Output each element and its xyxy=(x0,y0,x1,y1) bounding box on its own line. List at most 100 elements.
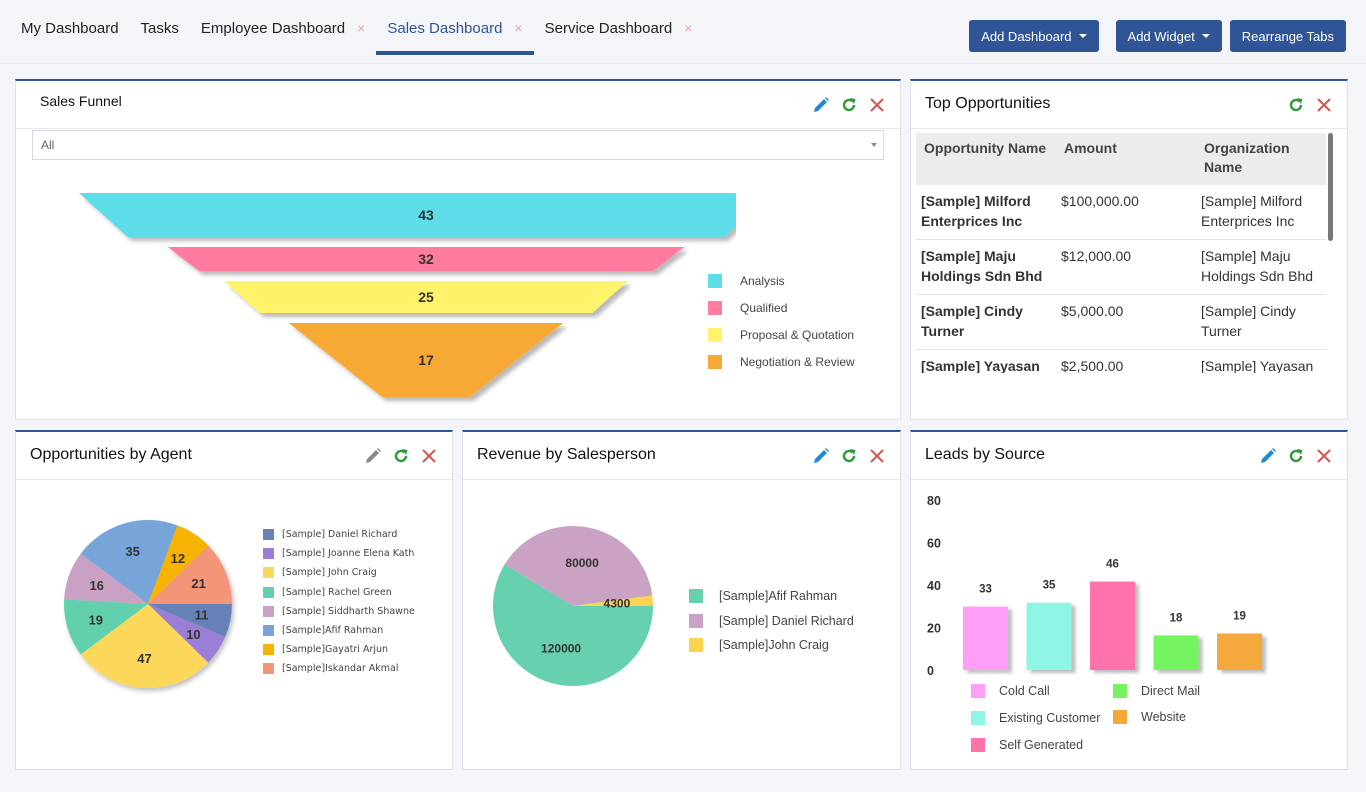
funnel-filter-select[interactable]: All xyxy=(32,130,884,160)
funnel-segment[interactable] xyxy=(79,193,736,237)
legend-item[interactable]: [Sample] Joanne Elena Kath xyxy=(263,544,415,563)
legend-item[interactable]: [Sample] Daniel Richard xyxy=(263,525,415,544)
column-header[interactable]: Opportunity Name xyxy=(916,133,1056,185)
bar-value-label: 33 xyxy=(979,584,992,596)
bar[interactable] xyxy=(1026,602,1072,670)
legend-swatch xyxy=(971,711,985,725)
legend-item[interactable]: [Sample]Iskandar Akmal xyxy=(263,659,415,678)
tab-tasks[interactable]: Tasks xyxy=(130,0,190,56)
bar[interactable] xyxy=(1153,635,1199,670)
add-dashboard-button[interactable]: Add Dashboard xyxy=(969,20,1099,52)
widget-title: Sales Funnel xyxy=(40,93,122,109)
tab-label: Employee Dashboard xyxy=(200,19,346,37)
tab-employee-dashboard[interactable]: Employee Dashboard × xyxy=(190,0,376,56)
legend-item[interactable]: Direct Mail xyxy=(1113,682,1200,700)
refresh-icon[interactable] xyxy=(1287,447,1305,465)
add-widget-button[interactable]: Add Widget xyxy=(1115,20,1222,52)
pie-value-label: 12 xyxy=(171,551,185,566)
table-header-row: Opportunity Name Amount Organization Nam… xyxy=(916,133,1326,185)
refresh-icon[interactable] xyxy=(1287,96,1305,114)
legend-item[interactable]: [Sample] John Craig xyxy=(263,563,415,582)
table-scrollbar[interactable] xyxy=(1328,133,1333,373)
close-icon[interactable] xyxy=(420,447,438,465)
edit-icon[interactable] xyxy=(364,447,382,465)
legend-swatch xyxy=(263,625,274,637)
close-tab-icon[interactable]: × xyxy=(514,20,522,36)
legend-swatch xyxy=(263,663,274,675)
edit-icon[interactable] xyxy=(812,447,830,465)
legend-item[interactable]: Self Generated xyxy=(971,736,1083,754)
legend-item[interactable]: [Sample]Afif Rahman xyxy=(689,584,854,609)
bar[interactable] xyxy=(1090,581,1135,670)
refresh-icon[interactable] xyxy=(392,447,410,465)
close-icon[interactable] xyxy=(868,96,886,114)
organization-name-cell: [Sample] Cindy Turner xyxy=(1196,294,1326,350)
legend-item[interactable]: Analysis xyxy=(708,267,855,294)
opportunity-name-cell: [Sample] Milford Enterprices Inc xyxy=(916,185,1056,240)
legend-swatch xyxy=(689,638,703,653)
close-icon[interactable] xyxy=(1315,447,1333,465)
legend-item[interactable]: Qualified xyxy=(708,294,855,321)
opportunity-name-cell: [Sample] Yayasan Holdings Sdn Bhd xyxy=(916,349,1056,373)
tab-label: My Dashboard xyxy=(21,19,119,37)
legend-label: [Sample]Afif Rahman xyxy=(719,589,838,604)
legend-label: [Sample] Joanne Elena Kath xyxy=(282,548,415,560)
pie-value-label: 35 xyxy=(125,544,139,559)
edit-icon[interactable] xyxy=(812,96,830,114)
legend-label: Website xyxy=(1141,710,1186,724)
legend-label: [Sample] Siddharth Shawne xyxy=(282,605,415,617)
legend-item[interactable]: [Sample] Siddharth Shawne xyxy=(263,602,415,621)
legend-label: [Sample]John Craig xyxy=(719,638,829,653)
pie-value-label: 21 xyxy=(191,576,205,591)
legend-item[interactable]: [Sample]Gayatri Arjun xyxy=(263,640,415,659)
legend-label: [Sample] Daniel Richard xyxy=(719,613,854,628)
legend-item[interactable]: Website xyxy=(1113,708,1186,726)
close-tab-icon[interactable]: × xyxy=(684,20,692,36)
legend-item[interactable]: Cold Call xyxy=(971,682,1050,700)
widget-actions xyxy=(812,96,886,114)
edit-icon[interactable] xyxy=(1259,447,1277,465)
column-header[interactable]: Amount xyxy=(1056,133,1196,185)
refresh-icon[interactable] xyxy=(840,96,858,114)
refresh-icon[interactable] xyxy=(840,447,858,465)
y-tick-label: 40 xyxy=(927,579,941,593)
table-row[interactable]: [Sample] Milford Enterprices Inc $100,000… xyxy=(916,185,1326,240)
tab-sales-dashboard[interactable]: Sales Dashboard × xyxy=(376,0,534,56)
bar-value-label: 46 xyxy=(1106,559,1119,571)
close-icon[interactable] xyxy=(868,447,886,465)
button-label: Rearrange Tabs xyxy=(1241,28,1334,44)
table-row[interactable]: [Sample] Yayasan Holdings Sdn Bhd$2,500.… xyxy=(916,349,1326,373)
scrollbar-thumb[interactable] xyxy=(1328,133,1333,241)
close-icon[interactable] xyxy=(1315,96,1333,114)
bar[interactable] xyxy=(1217,633,1262,670)
table-row[interactable]: [Sample] Cindy Turner $5,000.00 [Sample] C… xyxy=(916,294,1326,350)
legend-item[interactable]: [Sample]John Craig xyxy=(689,633,854,658)
legend-item[interactable]: [Sample] Rachel Green xyxy=(263,583,415,602)
pie-value-label: 16 xyxy=(89,578,103,593)
widget-actions xyxy=(1259,447,1333,465)
legend-item[interactable]: Proposal & Quotation xyxy=(708,321,855,348)
widget-title: Top Opportunities xyxy=(925,95,1051,112)
funnel-value-label: 32 xyxy=(418,251,434,267)
widget-actions xyxy=(1287,96,1333,114)
tab-service-dashboard[interactable]: Service Dashboard × xyxy=(534,0,704,56)
legend-item[interactable]: [Sample] Daniel Richard xyxy=(689,609,854,634)
close-tab-icon[interactable]: × xyxy=(357,20,365,36)
column-header[interactable]: Organization Name xyxy=(1196,133,1326,185)
bar-value-label: 35 xyxy=(1043,580,1056,592)
legend-item[interactable]: [Sample]Afif Rahman xyxy=(263,621,415,640)
legend-item[interactable]: Existing Customer xyxy=(971,709,1100,727)
select-value: All xyxy=(41,138,55,152)
rearrange-tabs-button[interactable]: Rearrange Tabs xyxy=(1229,20,1346,52)
pie-value-label: 11 xyxy=(195,608,209,623)
tab-my-dashboard[interactable]: My Dashboard xyxy=(10,0,130,56)
pie-value-label: 47 xyxy=(137,651,151,666)
legend-item[interactable]: Negotiation & Review xyxy=(708,348,855,375)
button-label: Add Dashboard xyxy=(981,28,1072,44)
leads-by-source-widget: Leads by Source 0 20 40 60 80 33 35 46 18 19 Cold… xyxy=(910,430,1348,770)
sales-funnel-widget: Sales Funnel All 43 32 25 17 Analysis Qualif… xyxy=(15,79,901,420)
legend-label: [Sample]Iskandar Akmal xyxy=(282,663,399,675)
table-row[interactable]: [Sample] Maju Holdings Sdn Bhd $12,000.00… xyxy=(916,239,1326,295)
widget-header: Top Opportunities xyxy=(911,81,1347,129)
bar[interactable] xyxy=(963,606,1008,670)
